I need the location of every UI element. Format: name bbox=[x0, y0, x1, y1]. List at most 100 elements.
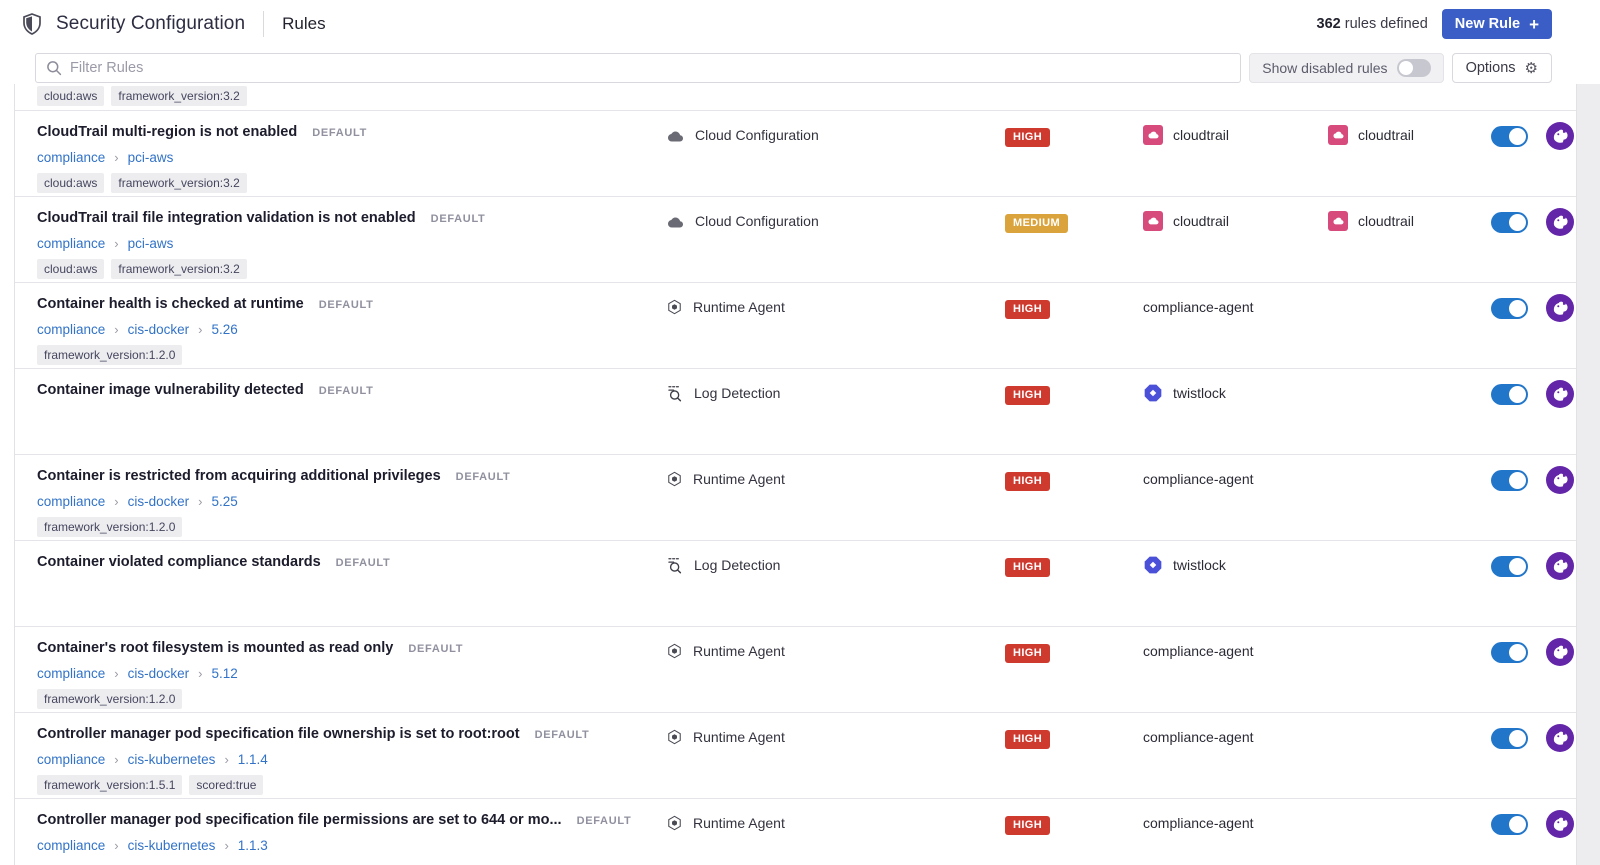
rule-row[interactable]: Container's root filesystem is mounted a… bbox=[15, 626, 1576, 712]
toggle-cell bbox=[1491, 728, 1528, 749]
breadcrumb-link[interactable]: compliance bbox=[37, 838, 105, 853]
rule-row[interactable]: CloudTrail trail file integration valida… bbox=[15, 196, 1576, 282]
breadcrumb-link[interactable]: cis-kubernetes bbox=[128, 752, 216, 767]
tag-list: cloud:aws framework_version:3.2 bbox=[37, 259, 247, 279]
rule-title[interactable]: Controller manager pod specification fil… bbox=[37, 726, 520, 742]
rule-enabled-toggle[interactable] bbox=[1491, 728, 1528, 749]
rule-title[interactable]: Controller manager pod specification fil… bbox=[37, 812, 562, 828]
rule-type-label: Cloud Configuration bbox=[695, 213, 819, 229]
severity-badge: HIGH bbox=[1005, 815, 1051, 835]
tag[interactable]: framework_version:1.2.0 bbox=[37, 517, 183, 537]
breadcrumb-link[interactable]: cis-docker bbox=[128, 494, 190, 509]
query-source-cell: cloudtrail bbox=[1328, 123, 1414, 147]
breadcrumb-link[interactable]: compliance bbox=[37, 494, 105, 509]
creator-avatar bbox=[1546, 638, 1574, 666]
query-source-label: cloudtrail bbox=[1358, 127, 1415, 143]
cloudtrail-icon bbox=[1143, 125, 1163, 145]
rule-row[interactable]: CloudTrail multi-region is not enabled DE… bbox=[15, 110, 1576, 196]
rule-title[interactable]: Container image vulnerability detected bbox=[37, 382, 304, 398]
tag[interactable]: framework_version:3.2 bbox=[111, 173, 247, 193]
default-badge: DEFAULT bbox=[455, 471, 511, 483]
tag[interactable]: framework_version:3.2 bbox=[111, 259, 247, 279]
rule-type-label: Cloud Configuration bbox=[695, 127, 819, 143]
breadcrumb-link[interactable]: compliance bbox=[37, 150, 105, 165]
tag[interactable]: framework_version:1.5.1 bbox=[37, 775, 183, 795]
show-disabled-label: Show disabled rules bbox=[1262, 60, 1388, 76]
tag[interactable]: framework_version:1.2.0 bbox=[37, 345, 183, 365]
rule-enabled-toggle[interactable] bbox=[1491, 642, 1528, 663]
breadcrumb-link[interactable]: compliance bbox=[37, 666, 105, 681]
rule-title[interactable]: Container violated compliance standards bbox=[37, 554, 321, 570]
cloudtrail-icon bbox=[1143, 211, 1163, 231]
creator-avatar bbox=[1546, 380, 1574, 408]
new-rule-button[interactable]: New Rule + bbox=[1441, 9, 1552, 39]
toggle-cell bbox=[1491, 642, 1528, 663]
rule-enabled-toggle[interactable] bbox=[1491, 814, 1528, 835]
show-disabled-toggle[interactable] bbox=[1396, 59, 1431, 77]
source-cell: twistlock bbox=[1143, 381, 1226, 405]
runtime-agent-icon bbox=[668, 729, 681, 745]
rule-type-label: Runtime Agent bbox=[693, 471, 785, 487]
rule-enabled-toggle[interactable] bbox=[1491, 470, 1528, 491]
rule-title[interactable]: CloudTrail trail file integration valida… bbox=[37, 210, 416, 226]
tag[interactable]: framework_version:3.2 bbox=[111, 86, 247, 106]
tag[interactable]: cloud:aws bbox=[37, 86, 105, 106]
rule-title[interactable]: Container health is checked at runtime bbox=[37, 296, 304, 312]
breadcrumb-separator-icon: › bbox=[114, 322, 119, 337]
rule-row[interactable]: Controller manager pod specification fil… bbox=[15, 798, 1576, 865]
severity-cell: MEDIUM bbox=[1005, 211, 1069, 235]
breadcrumb-link[interactable]: compliance bbox=[37, 322, 105, 337]
toggle-cell bbox=[1491, 298, 1528, 319]
source-label: cloudtrail bbox=[1173, 213, 1230, 229]
rule-title[interactable]: CloudTrail multi-region is not enabled bbox=[37, 124, 297, 140]
breadcrumb-link[interactable]: pci-aws bbox=[128, 150, 174, 165]
breadcrumb-link[interactable]: 5.12 bbox=[212, 666, 238, 681]
breadcrumb-link[interactable]: 5.25 bbox=[212, 494, 238, 509]
rule-row[interactable]: Controller manager pod specification fil… bbox=[15, 712, 1576, 798]
rule-title-line: Container is restricted from acquiring a… bbox=[37, 468, 510, 484]
rule-row[interactable]: cloud:aws framework_version:3.2 bbox=[15, 84, 1576, 110]
default-badge: DEFAULT bbox=[312, 127, 368, 139]
rule-row[interactable]: Container image vulnerability detected DE… bbox=[15, 368, 1576, 454]
options-button[interactable]: Options ⚙ bbox=[1451, 53, 1552, 83]
query-source-cell: cloudtrail bbox=[1328, 209, 1414, 233]
breadcrumb-link[interactable]: compliance bbox=[37, 752, 105, 767]
tag[interactable]: cloud:aws bbox=[37, 259, 105, 279]
breadcrumb-link[interactable]: compliance bbox=[37, 236, 105, 251]
severity-badge: HIGH bbox=[1005, 385, 1051, 405]
breadcrumb-link[interactable]: pci-aws bbox=[128, 236, 174, 251]
rule-enabled-toggle[interactable] bbox=[1491, 298, 1528, 319]
tag[interactable]: scored:true bbox=[189, 775, 264, 795]
tag[interactable]: framework_version:1.2.0 bbox=[37, 689, 183, 709]
breadcrumb-separator-icon: › bbox=[114, 236, 119, 251]
rule-title[interactable]: Container's root filesystem is mounted a… bbox=[37, 640, 393, 656]
rule-title[interactable]: Container is restricted from acquiring a… bbox=[37, 468, 441, 484]
source-cell: twistlock bbox=[1143, 553, 1226, 577]
breadcrumb: compliance › cis-docker › 5.25 bbox=[37, 494, 238, 509]
breadcrumb-link[interactable]: cis-kubernetes bbox=[128, 838, 216, 853]
rule-row[interactable]: Container is restricted from acquiring a… bbox=[15, 454, 1576, 540]
breadcrumb-link[interactable]: 1.1.4 bbox=[238, 752, 268, 767]
default-badge: DEFAULT bbox=[335, 557, 391, 569]
creator-avatar bbox=[1546, 294, 1574, 322]
breadcrumb-link[interactable]: 1.1.3 bbox=[238, 838, 268, 853]
rule-enabled-toggle[interactable] bbox=[1491, 384, 1528, 405]
source-label: compliance-agent bbox=[1143, 729, 1254, 745]
rule-row[interactable]: Container health is checked at runtime DE… bbox=[15, 282, 1576, 368]
tag[interactable]: cloud:aws bbox=[37, 173, 105, 193]
runtime-agent-icon bbox=[668, 643, 681, 659]
rule-row[interactable]: Container violated compliance standards D… bbox=[15, 540, 1576, 626]
filter-rules-input[interactable] bbox=[70, 60, 1231, 76]
rule-enabled-toggle[interactable] bbox=[1491, 556, 1528, 577]
search-box[interactable] bbox=[35, 53, 1242, 83]
source-cell: compliance-agent bbox=[1143, 467, 1254, 491]
rule-type: Log Detection bbox=[666, 553, 780, 577]
breadcrumb-link[interactable]: cis-docker bbox=[128, 666, 190, 681]
toggle-knob bbox=[1509, 386, 1526, 403]
breadcrumb-link[interactable]: cis-docker bbox=[128, 322, 190, 337]
rule-enabled-toggle[interactable] bbox=[1491, 126, 1528, 147]
page-title: Rules bbox=[282, 14, 326, 33]
twistlock-icon bbox=[1144, 556, 1162, 574]
rule-enabled-toggle[interactable] bbox=[1491, 212, 1528, 233]
breadcrumb-link[interactable]: 5.26 bbox=[212, 322, 238, 337]
